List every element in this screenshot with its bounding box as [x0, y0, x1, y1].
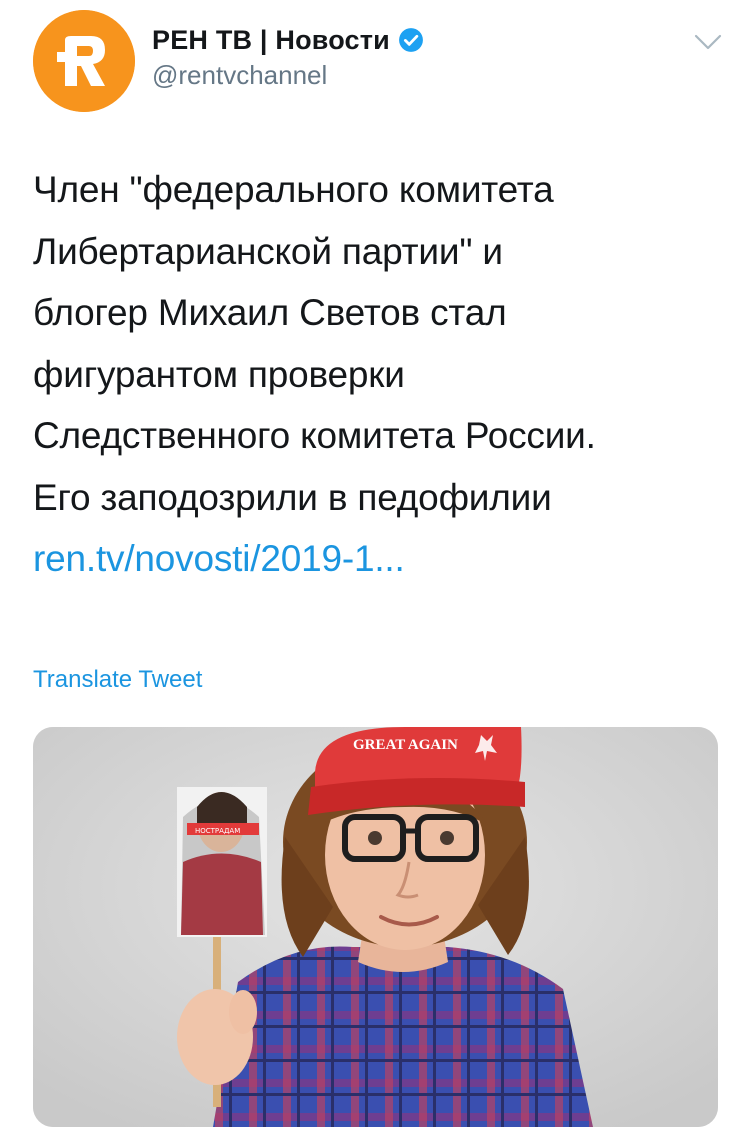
tweet-text-line: Член "федерального комитета: [33, 169, 554, 210]
display-name[interactable]: РЕН ТВ | Новости: [152, 25, 390, 56]
media-photo: GREAT AGAIN НОСТРАДАМ: [33, 727, 718, 1127]
tweet-media-image[interactable]: GREAT AGAIN НОСТРАДАМ: [33, 727, 718, 1127]
display-name-row[interactable]: РЕН ТВ | Новости: [152, 22, 424, 58]
tweet-link[interactable]: ren.tv/novosti/2019-1...: [33, 538, 405, 579]
tweet-text: Член "федерального комитета Либертарианс…: [33, 159, 723, 590]
cap-text: GREAT AGAIN: [353, 737, 458, 753]
translate-tweet-link[interactable]: Translate Tweet: [33, 666, 202, 694]
sign-text: НОСТРАДАМ: [195, 827, 240, 835]
tweet-text-line: фигурантом проверки: [33, 353, 405, 395]
tweet-text-line: Его заподозрили в педофилии: [33, 476, 552, 518]
chevron-down-icon[interactable]: [693, 30, 723, 54]
avatar[interactable]: [33, 10, 135, 112]
user-handle[interactable]: @rentvchannel: [152, 60, 327, 91]
ren-tv-logo-icon: [33, 10, 135, 112]
verified-badge-icon: [399, 28, 423, 52]
tweet-text-line: Либертарианской партии" и: [33, 230, 503, 272]
tweet-text-line: блогер Михаил Светов стал: [33, 292, 507, 333]
tweet-card[interactable]: РЕН ТВ | Новости @rentvchannel Член "фед…: [0, 0, 750, 1127]
tweet-text-line: Следственного комитета России.: [33, 415, 596, 456]
